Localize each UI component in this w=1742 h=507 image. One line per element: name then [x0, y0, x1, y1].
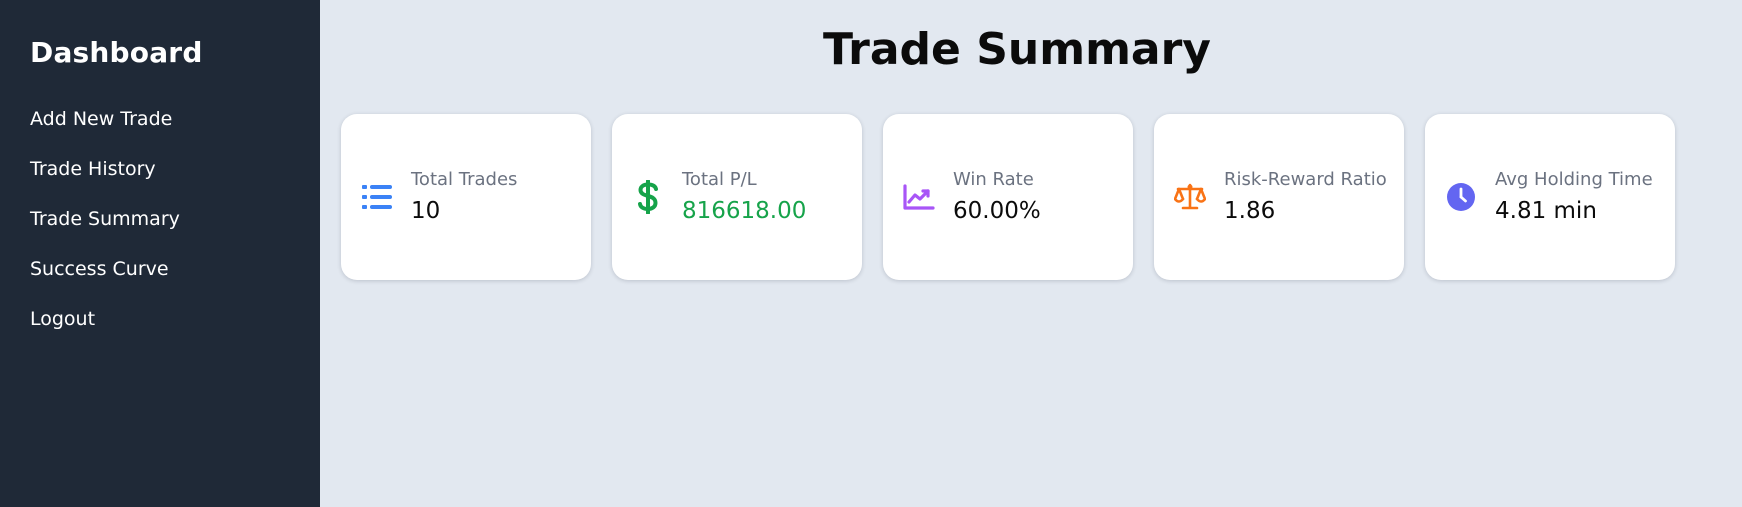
sidebar-item-logout[interactable]: Logout [30, 309, 290, 329]
card-risk-reward: Risk-Reward Ratio 1.86 [1154, 114, 1404, 280]
dollar-icon [632, 180, 664, 214]
clock-icon [1445, 181, 1477, 213]
card-label: Total Trades [411, 168, 518, 190]
sidebar-nav: Add New Trade Trade History Trade Summar… [30, 109, 290, 329]
card-win-rate: Win Rate 60.00% [883, 114, 1133, 280]
card-value: 10 [411, 197, 441, 224]
summary-cards: Total Trades 10 Total P/L 816618.00 Win … [341, 114, 1675, 280]
card-avg-holding-time: Avg Holding Time 4.81 min [1425, 114, 1675, 280]
sidebar: Dashboard Add New Trade Trade History Tr… [0, 0, 320, 507]
main-content: Trade Summary Total Trades 10 Total P/L … [320, 0, 1742, 507]
page-title: Trade Summary [822, 24, 1211, 75]
card-value: 816618.00 [682, 197, 807, 224]
card-label: Risk-Reward Ratio [1224, 168, 1387, 190]
sidebar-brand: Dashboard [30, 36, 203, 69]
list-icon-shape [362, 185, 392, 209]
sidebar-item-trade-history[interactable]: Trade History [30, 159, 290, 179]
card-value: 4.81 min [1495, 197, 1597, 224]
sidebar-item-success-curve[interactable]: Success Curve [30, 259, 290, 279]
card-label: Win Rate [953, 168, 1034, 190]
card-value: 60.00% [953, 197, 1041, 224]
balance-scale-icon [1174, 181, 1206, 213]
sidebar-item-add-new-trade[interactable]: Add New Trade [30, 109, 290, 129]
card-label: Avg Holding Time [1495, 168, 1653, 190]
card-label: Total P/L [682, 168, 757, 190]
chart-line-icon [903, 181, 935, 213]
list-icon [361, 181, 393, 213]
card-value: 1.86 [1224, 197, 1276, 224]
card-total-trades: Total Trades 10 [341, 114, 591, 280]
sidebar-item-trade-summary[interactable]: Trade Summary [30, 209, 290, 229]
card-total-pl: Total P/L 816618.00 [612, 114, 862, 280]
